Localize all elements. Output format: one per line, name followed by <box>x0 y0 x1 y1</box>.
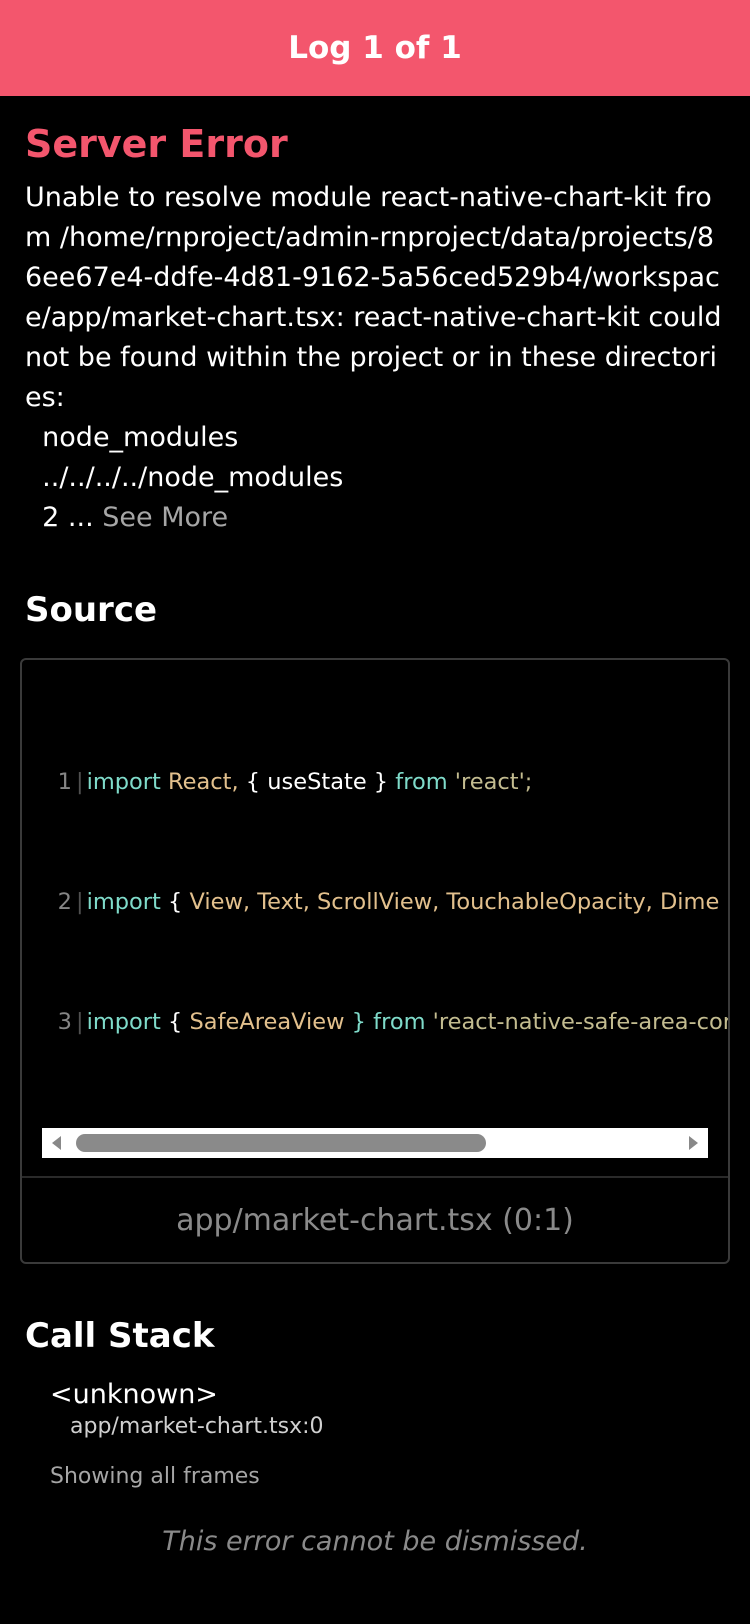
code-line: 3 | import { SafeAreaView } from 'react-na… <box>42 1002 728 1042</box>
log-counter-title: Log 1 of 1 <box>288 30 462 66</box>
frames-toggle[interactable]: Showing all frames <box>50 1464 725 1489</box>
stack-frame-name: <unknown> <box>50 1379 218 1410</box>
code-token: 'react-native-safe-area-cor <box>425 1009 728 1035</box>
scroll-left-arrow-icon[interactable] <box>52 1136 61 1150</box>
see-more-link[interactable]: See More <box>102 502 228 533</box>
code-snippet[interactable]: 1 | import React, { useState } from 'react… <box>22 660 728 1122</box>
source-location-link[interactable]: app/market-chart.tsx (0:1) <box>22 1176 728 1262</box>
code-token: { <box>160 889 183 915</box>
error-message: Unable to resolve module react-native-ch… <box>25 178 725 538</box>
code-token: { useState } <box>238 769 389 795</box>
error-title: Server Error <box>25 122 288 166</box>
code-token: 'react'; <box>447 769 533 795</box>
code-token: import <box>86 889 161 915</box>
code-token: import <box>86 1009 161 1035</box>
log-header: Log 1 of 1 <box>0 0 750 96</box>
error-content[interactable]: Server Error Unable to resolve module re… <box>0 122 750 1489</box>
call-stack-title: Call Stack <box>25 1316 215 1356</box>
stack-frame-file: app/market-chart.tsx:0 <box>70 1414 324 1439</box>
code-line: 2 | import { View, Text, ScrollView, Touch… <box>42 882 720 922</box>
stack-frame[interactable]: <unknown> app/market-chart.tsx:0 <box>50 1378 725 1442</box>
code-token: { <box>160 1009 183 1035</box>
code-token: import <box>86 769 161 795</box>
code-line: 1 | import React, { useState } from 'react… <box>42 762 708 802</box>
line-number: 2 <box>57 889 72 915</box>
horizontal-scrollbar[interactable] <box>42 1128 708 1158</box>
code-token: } from <box>344 1009 426 1035</box>
code-token: SafeAreaView <box>182 1009 345 1035</box>
source-code-frame: 1 | import React, { useState } from 'react… <box>20 658 730 1264</box>
scroll-right-arrow-icon[interactable] <box>689 1136 698 1150</box>
code-token: from <box>388 769 448 795</box>
error-message-text: Unable to resolve module react-native-ch… <box>25 182 722 533</box>
code-token: View, Text, ScrollView, TouchableOpacity… <box>182 889 720 915</box>
source-section-title: Source <box>25 590 158 630</box>
scrollbar-thumb[interactable] <box>76 1134 486 1152</box>
line-number: 1 <box>57 769 72 795</box>
code-token: React, <box>160 769 239 795</box>
line-number: 3 <box>57 1009 72 1035</box>
dismiss-note: This error cannot be dismissed. <box>162 1526 588 1557</box>
